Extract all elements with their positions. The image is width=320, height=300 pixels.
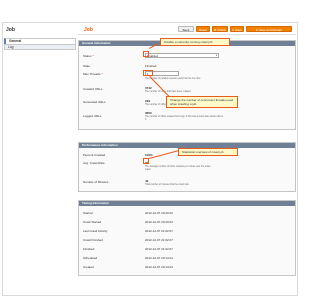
status-select[interactable]: Enabled ▾ bbox=[145, 53, 219, 58]
last-crawl-activity-label: Last Crawl Activity bbox=[83, 229, 108, 233]
started-value: 2012-12-07 20:20:02 bbox=[145, 211, 173, 215]
finished-value: 2012-12-07 21:02:07 bbox=[145, 247, 173, 251]
created-value: 2012-12-07 20:14:24 bbox=[145, 265, 173, 269]
last-crawl-activity-value: 2012-12-07 21:02:07 bbox=[145, 229, 173, 233]
delete-button[interactable]: ⊘Delete bbox=[212, 26, 228, 32]
minutes-label: Number of Minutes bbox=[83, 180, 109, 184]
finished-label: Finished bbox=[83, 247, 95, 251]
timing-section-title: Timing Information bbox=[79, 201, 295, 206]
timing-section: Timing Information Started 2012-12-07 20… bbox=[78, 200, 296, 276]
started-label: Started bbox=[83, 211, 93, 215]
save-and-restart-button[interactable]: ●Save and Restart bbox=[246, 26, 292, 32]
chevron-down-icon: ▾ bbox=[215, 54, 217, 57]
percent-crawled-label: Percent Crawled bbox=[83, 153, 106, 157]
created-label: Created bbox=[83, 265, 94, 269]
generated-urls-value: 229 bbox=[145, 99, 151, 103]
back-button[interactable]: Back bbox=[178, 26, 194, 32]
crawled-urls-hint: The number of URLs that have been crawle… bbox=[145, 90, 191, 93]
scheduled-value: 2012-12-07 20:14:24 bbox=[145, 256, 173, 260]
sidebar-tabs: General Log bbox=[4, 38, 76, 50]
crawl-started-label: Crawl Started bbox=[83, 220, 102, 224]
threads-tooltip: Change the number of concurrent threads … bbox=[166, 96, 238, 108]
scheduled-label: Scheduled bbox=[83, 256, 98, 260]
save-button[interactable]: ●Save bbox=[230, 26, 244, 32]
overview-tooltip: Statistical overview of crawl job bbox=[178, 148, 238, 156]
status-marker bbox=[143, 51, 149, 57]
logged-urls-value: 3650 bbox=[145, 111, 152, 115]
tab-log[interactable]: Log bbox=[4, 44, 76, 50]
crawl-finished-value: 2012-12-07 21:02:07 bbox=[145, 238, 173, 242]
crawled-urls-label: Crawled URLs bbox=[83, 87, 103, 91]
minutes-hint: Total number of minutes that the crawl t… bbox=[145, 183, 189, 186]
sidebar-title: Job bbox=[6, 27, 15, 33]
reset-button[interactable]: Reset bbox=[196, 26, 210, 32]
minutes-value: 42 bbox=[145, 179, 149, 183]
generated-urls-label: Generated URLs bbox=[83, 100, 106, 104]
avg-crawl-rate-label: Avg. Crawl Rate bbox=[83, 161, 105, 165]
header-divider bbox=[78, 34, 296, 35]
logged-urls-hint: The number of URLs created from logs. If… bbox=[145, 115, 224, 121]
crawl-started-value: 2012-12-07 20:20:02 bbox=[145, 220, 173, 224]
threads-marker bbox=[143, 70, 153, 76]
general-section: General Information Status* Enabled ▾ Sta… bbox=[78, 40, 296, 130]
crawl-finished-label: Crawl Finished bbox=[83, 238, 103, 242]
disable-job-tooltip: Disable a currently running crawl job bbox=[160, 38, 230, 46]
state-value: Finished bbox=[145, 64, 157, 68]
avg-crawl-rate-hint: The average number of URLs crawled per m… bbox=[145, 166, 211, 171]
status-label: Status* bbox=[83, 54, 94, 58]
logged-urls-label: Logged URLs bbox=[83, 114, 102, 118]
crawled-urls-value: 3742 bbox=[145, 86, 152, 90]
state-label: State bbox=[83, 64, 91, 68]
save-icon: ● bbox=[232, 28, 234, 32]
max-threads-label: Max Threads* bbox=[83, 72, 103, 76]
save-restart-icon: ● bbox=[256, 28, 258, 32]
rate-marker bbox=[143, 158, 149, 164]
page-title: Job bbox=[84, 27, 93, 33]
